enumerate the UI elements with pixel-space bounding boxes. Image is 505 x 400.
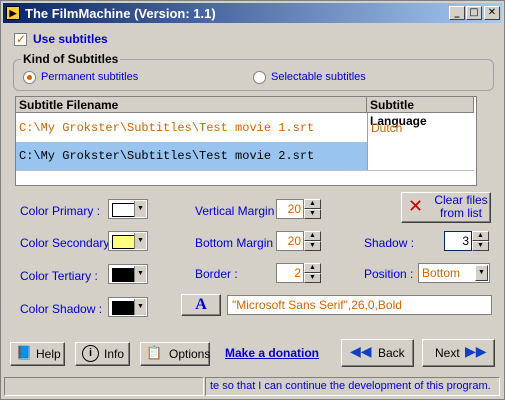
shadow-value[interactable]: 3 (444, 231, 472, 251)
back-label: Back (378, 346, 405, 360)
position-label: Position : (364, 267, 414, 281)
clear-x-icon: ✕ (408, 196, 424, 217)
window-title: The FilmMachine (Version: 1.1) (25, 6, 216, 21)
spin-up-icon[interactable]: ▲ (472, 231, 489, 241)
shadow-label: Shadow : (364, 236, 415, 250)
vertical-margin-spinner[interactable]: 20 ▲ ▼ (276, 199, 322, 219)
table-row-selected[interactable]: C:\My Grokster\Subtitles\Test movie 2.sr… (16, 142, 367, 170)
dropdown-arrow-icon: ▼ (134, 266, 146, 282)
column-header-filename[interactable]: Subtitle Filename (16, 97, 367, 113)
vertical-margin-label: Vertical Margin : (195, 204, 282, 218)
color-shadow-swatch (112, 301, 136, 315)
color-primary-swatch (112, 203, 136, 217)
help-button[interactable]: 📘 Help (10, 342, 65, 366)
bottom-margin-spinner[interactable]: 20 ▲ ▼ (276, 231, 322, 251)
subtitle-table[interactable]: Subtitle Filename Subtitle Language C:\M… (15, 96, 477, 186)
clear-files-label-line2: from list (440, 206, 482, 220)
font-a-icon: A (195, 296, 207, 313)
options-label: Options (169, 347, 211, 361)
color-secondary-label: Color Secondary : (20, 236, 117, 250)
spin-up-icon[interactable]: ▲ (304, 263, 321, 273)
color-shadow-picker[interactable]: ▼ (108, 297, 148, 317)
use-subtitles-checkbox[interactable] (14, 32, 27, 46)
shadow-spinner[interactable]: 3 ▲ ▼ (444, 231, 490, 251)
status-segment-left (4, 377, 204, 396)
status-marquee-text: te so that I can continue the developmen… (210, 380, 491, 392)
vertical-margin-value[interactable]: 20 (276, 199, 304, 219)
donation-link[interactable]: Make a donation (225, 346, 319, 360)
back-button[interactable]: ◀◀ Back (341, 339, 414, 367)
title-bar: ▶ The FilmMachine (Version: 1.1) _ □ ✕ (3, 3, 502, 23)
next-button[interactable]: Next ▶▶ (422, 339, 495, 367)
help-label: Help (36, 347, 61, 361)
dropdown-arrow-icon: ▼ (134, 233, 146, 249)
font-button[interactable]: A (181, 294, 221, 316)
status-segment-right: te so that I can continue the developmen… (205, 377, 500, 396)
spin-down-icon[interactable]: ▼ (472, 241, 489, 251)
selectable-subtitles-label: Selectable subtitles (271, 71, 366, 83)
spin-up-icon[interactable]: ▲ (304, 231, 321, 241)
position-select[interactable]: Bottom ▼ (418, 263, 490, 283)
color-tertiary-label: Color Tertiary : (20, 269, 98, 283)
spin-down-icon[interactable]: ▼ (304, 273, 321, 283)
table-row[interactable]: C:\My Grokster\Subtitles\Test movie 1.sr… (16, 114, 367, 142)
row-divider (16, 170, 474, 171)
table-cell-language[interactable]: Dutch (368, 114, 473, 142)
color-shadow-label: Color Shadow : (20, 302, 103, 316)
color-primary-label: Color Primary : (20, 204, 101, 218)
back-arrow-icon: ◀◀ (350, 344, 372, 360)
bottom-margin-value[interactable]: 20 (276, 231, 304, 251)
bottom-margin-label: Bottom Margin : (195, 236, 280, 250)
kind-of-subtitles-heading: Kind of Subtitles (21, 52, 121, 66)
color-tertiary-swatch (112, 268, 136, 282)
info-label: Info (104, 347, 125, 361)
color-primary-picker[interactable]: ▼ (108, 199, 148, 219)
border-spinner[interactable]: 2 ▲ ▼ (276, 263, 322, 283)
border-value[interactable]: 2 (276, 263, 304, 283)
dropdown-arrow-icon[interactable]: ▼ (475, 265, 488, 281)
column-header-language[interactable]: Subtitle Language (367, 97, 474, 128)
spin-down-icon[interactable]: ▼ (304, 241, 321, 251)
info-icon: i (82, 345, 99, 362)
permanent-subtitles-radio[interactable] (23, 71, 36, 84)
color-tertiary-picker[interactable]: ▼ (108, 264, 148, 284)
help-book-icon: 📘 (16, 346, 33, 361)
use-subtitles-label: Use subtitles (33, 32, 108, 46)
app-icon: ▶ (6, 6, 20, 20)
spin-up-icon[interactable]: ▲ (304, 199, 321, 209)
info-button[interactable]: i Info (75, 342, 130, 366)
position-value: Bottom (422, 266, 461, 280)
color-secondary-swatch (112, 235, 136, 249)
border-label: Border : (195, 267, 238, 281)
close-button[interactable]: ✕ (484, 6, 500, 20)
next-arrow-icon: ▶▶ (465, 344, 487, 360)
main-window: ▶ The FilmMachine (Version: 1.1) _ □ ✕ U… (0, 0, 505, 400)
selectable-subtitles-radio[interactable] (253, 71, 266, 84)
spin-down-icon[interactable]: ▼ (304, 209, 321, 219)
maximize-button[interactable]: □ (466, 6, 482, 20)
font-value-field[interactable]: "Microsoft Sans Serif",26,0,Bold (227, 295, 492, 315)
permanent-subtitles-label: Permanent subtitles (41, 71, 139, 83)
options-button[interactable]: 📋 Options (140, 342, 210, 366)
options-clipboard-icon: 📋 (146, 346, 163, 361)
next-label: Next (435, 346, 460, 360)
color-secondary-picker[interactable]: ▼ (108, 231, 148, 251)
minimize-button[interactable]: _ (449, 6, 465, 20)
dropdown-arrow-icon: ▼ (134, 201, 146, 217)
dropdown-arrow-icon: ▼ (134, 299, 146, 315)
clear-files-button[interactable]: ✕ Clear files from list (401, 192, 491, 223)
status-bar: te so that I can continue the developmen… (4, 377, 500, 397)
